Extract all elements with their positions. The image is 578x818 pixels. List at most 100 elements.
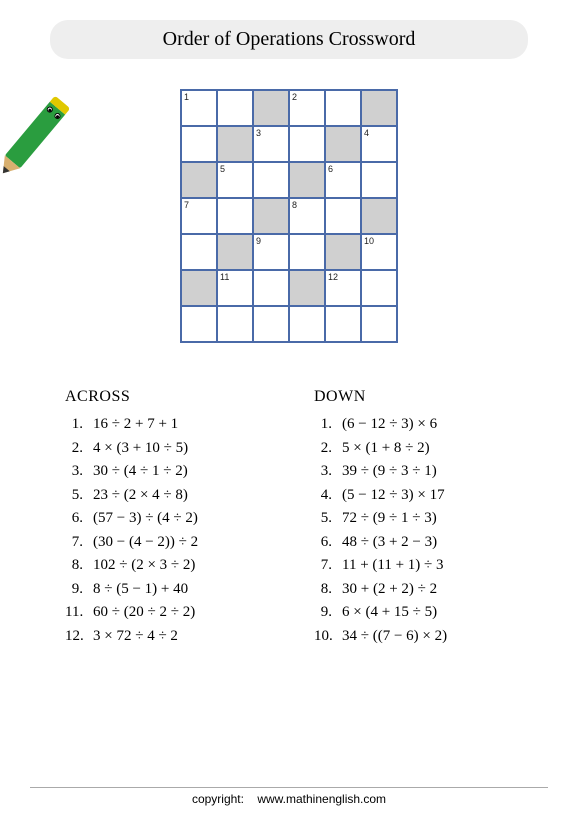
cell-number: 4 [364, 128, 369, 138]
clue-row: 6.(57 − 3) ÷ (4 ÷ 2) [65, 510, 264, 527]
clue-text: 39 ÷ (9 ÷ 3 ÷ 1) [342, 463, 513, 480]
clue-text: 4 × (3 + 10 ÷ 5) [93, 440, 264, 457]
clue-number: 6. [314, 534, 342, 551]
crossword-cell: 3 [253, 126, 289, 162]
crossword-cell: 1 [181, 90, 217, 126]
clue-number: 8. [314, 581, 342, 598]
crossword-cell [325, 234, 361, 270]
crossword-cell [325, 198, 361, 234]
clue-row: 2.5 × (1 + 8 ÷ 2) [314, 440, 513, 457]
clue-number: 5. [314, 510, 342, 527]
clue-number: 4. [314, 487, 342, 504]
crossword-cell: 9 [253, 234, 289, 270]
clue-number: 2. [314, 440, 342, 457]
clue-row: 8.102 ÷ (2 × 3 ÷ 2) [65, 557, 264, 574]
crossword-cell [217, 198, 253, 234]
crossword-cell [217, 306, 253, 342]
clue-row: 2.4 × (3 + 10 ÷ 5) [65, 440, 264, 457]
clue-row: 7.(30 − (4 − 2)) ÷ 2 [65, 534, 264, 551]
clue-row: 6.48 ÷ (3 + 2 − 3) [314, 534, 513, 551]
down-column: DOWN 1.(6 − 12 ÷ 3) × 62.5 × (1 + 8 ÷ 2)… [314, 388, 513, 651]
down-header: DOWN [314, 388, 513, 406]
cell-number: 6 [328, 164, 333, 174]
clue-row: 3.30 ÷ (4 ÷ 1 ÷ 2) [65, 463, 264, 480]
clue-number: 5. [65, 487, 93, 504]
crossword-cell: 11 [217, 270, 253, 306]
down-list: 1.(6 − 12 ÷ 3) × 62.5 × (1 + 8 ÷ 2)3.39 … [314, 416, 513, 645]
clue-number: 11. [65, 604, 93, 621]
clue-row: 4.(5 − 12 ÷ 3) × 17 [314, 487, 513, 504]
clue-text: 30 + (2 + 2) ÷ 2 [342, 581, 513, 598]
clue-row: 3.39 ÷ (9 ÷ 3 ÷ 1) [314, 463, 513, 480]
crossword-cell: 6 [325, 162, 361, 198]
crossword-cell [253, 162, 289, 198]
cell-number: 10 [364, 236, 374, 246]
clue-text: (57 − 3) ÷ (4 ÷ 2) [93, 510, 264, 527]
crossword-cell [361, 306, 397, 342]
crossword-cell [253, 306, 289, 342]
footer: copyright: www.mathinenglish.com [0, 787, 578, 806]
cell-number: 11 [220, 272, 229, 282]
cell-number: 5 [220, 164, 225, 174]
crossword-cell: 10 [361, 234, 397, 270]
crossword-cell [181, 270, 217, 306]
clue-number: 8. [65, 557, 93, 574]
crossword-cell [289, 306, 325, 342]
clue-row: 9.6 × (4 + 15 ÷ 5) [314, 604, 513, 621]
clue-text: 8 ÷ (5 − 1) + 40 [93, 581, 264, 598]
worksheet-title: Order of Operations Crossword [50, 20, 528, 59]
cell-number: 9 [256, 236, 261, 246]
crossword-cell: 2 [289, 90, 325, 126]
crossword-cell: 4 [361, 126, 397, 162]
clue-row: 11.60 ÷ (20 ÷ 2 ÷ 2) [65, 604, 264, 621]
clue-number: 7. [314, 557, 342, 574]
clue-number: 9. [314, 604, 342, 621]
clues-section: ACROSS 1.16 ÷ 2 + 7 + 12.4 × (3 + 10 ÷ 5… [30, 388, 548, 651]
crossword-cell [325, 306, 361, 342]
crossword-cell [217, 126, 253, 162]
crossword-cell [325, 90, 361, 126]
clue-text: 23 ÷ (2 × 4 ÷ 8) [93, 487, 264, 504]
clue-text: 48 ÷ (3 + 2 − 3) [342, 534, 513, 551]
clue-text: 30 ÷ (4 ÷ 1 ÷ 2) [93, 463, 264, 480]
clue-row: 10.34 ÷ ((7 − 6) × 2) [314, 628, 513, 645]
clue-row: 1.16 ÷ 2 + 7 + 1 [65, 416, 264, 433]
clue-row: 5.72 ÷ (9 ÷ 1 ÷ 3) [314, 510, 513, 527]
crossword-cell [361, 270, 397, 306]
crossword-cell [361, 90, 397, 126]
cell-number: 7 [184, 200, 189, 210]
site-url: www.mathinenglish.com [257, 792, 386, 806]
crossword-cell [361, 198, 397, 234]
crossword-grid: 123456789101112 [180, 89, 398, 343]
crossword-cell: 5 [217, 162, 253, 198]
clue-number: 3. [65, 463, 93, 480]
clue-text: 102 ÷ (2 × 3 ÷ 2) [93, 557, 264, 574]
clue-row: 9.8 ÷ (5 − 1) + 40 [65, 581, 264, 598]
clue-row: 12.3 × 72 ÷ 4 ÷ 2 [65, 628, 264, 645]
clue-row: 8.30 + (2 + 2) ÷ 2 [314, 581, 513, 598]
cell-number: 8 [292, 200, 297, 210]
clue-number: 10. [314, 628, 342, 645]
crossword-cell [325, 126, 361, 162]
clue-row: 5.23 ÷ (2 × 4 ÷ 8) [65, 487, 264, 504]
across-list: 1.16 ÷ 2 + 7 + 1 2.4 × (3 + 10 ÷ 5) 3.30 ÷… [65, 416, 264, 645]
clue-text: (30 − (4 − 2)) ÷ 2 [93, 534, 264, 551]
cell-number: 12 [328, 272, 338, 282]
clue-number: 6. [65, 510, 93, 527]
clue-number: 3. [314, 463, 342, 480]
clue-number: 9. [65, 581, 93, 598]
crossword-cell [181, 126, 217, 162]
clue-text: 6 × (4 + 15 ÷ 5) [342, 604, 513, 621]
crossword-cell [289, 126, 325, 162]
crossword-cell: 8 [289, 198, 325, 234]
clue-text: (5 − 12 ÷ 3) × 17 [342, 487, 513, 504]
cell-number: 3 [256, 128, 261, 138]
clue-text: 16 ÷ 2 + 7 + 1 [93, 416, 264, 433]
clue-text: 60 ÷ (20 ÷ 2 ÷ 2) [93, 604, 264, 621]
cell-number: 1 [184, 92, 189, 102]
clue-text: 11 + (11 + 1) ÷ 3 [342, 557, 513, 574]
crossword-cell [289, 162, 325, 198]
crossword-cell [253, 270, 289, 306]
crossword-cell [217, 234, 253, 270]
clue-text: 5 × (1 + 8 ÷ 2) [342, 440, 513, 457]
